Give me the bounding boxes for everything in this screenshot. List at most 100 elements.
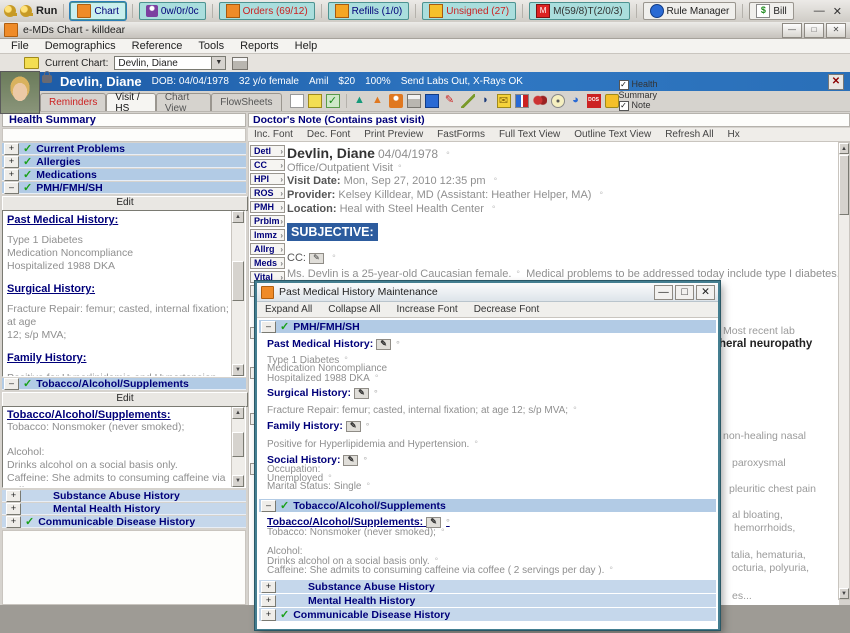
collapse-icon[interactable] [4, 378, 19, 390]
graph-icon[interactable] [515, 94, 529, 108]
menu-reports[interactable]: Reports [233, 40, 286, 52]
printer-icon[interactable] [407, 94, 421, 108]
expand-icon[interactable] [261, 609, 276, 621]
taskbar-button-bill[interactable]: $ Bill [749, 2, 793, 20]
nav-hpi-button[interactable]: HPI› [250, 173, 285, 185]
taskbar-button-unsigned[interactable]: Unsigned (27) [422, 2, 516, 20]
expand-all-button[interactable]: Expand All [265, 304, 312, 315]
scroll-thumb[interactable] [232, 261, 244, 301]
section-medications[interactable]: Medications [2, 169, 246, 181]
dos-icon[interactable]: DOS [587, 94, 601, 108]
expand-icon[interactable] [4, 143, 19, 155]
tab-flowsheets[interactable]: FlowSheets [211, 93, 281, 111]
padlock-icon[interactable] [605, 94, 619, 108]
edit-note-icon[interactable] [354, 388, 369, 399]
scroll-up-icon[interactable]: ▲ [839, 143, 849, 154]
scan-icon[interactable]: ◗ [479, 94, 493, 108]
edit-pmh-button[interactable]: Edit [2, 196, 248, 211]
section-pmh-fmh-sh[interactable]: PMH/FMH/SH [2, 182, 246, 194]
pen-icon[interactable]: ✎ [443, 94, 457, 108]
close-icon[interactable]: ✕ [826, 23, 846, 38]
alert-icon[interactable]: ▲ [371, 94, 385, 108]
note-checkbox[interactable]: ✓ [619, 101, 629, 111]
section-current-problems[interactable]: Current Problems [2, 143, 246, 155]
open-chart-icon[interactable] [308, 94, 322, 108]
dialog-section-communicable-disease[interactable]: Communicable Disease History [259, 608, 716, 621]
taskbar-button-messages[interactable]: M M(59/8)T(2/0/3) [529, 2, 629, 20]
clock-icon[interactable] [551, 94, 565, 108]
scroll-down-icon[interactable]: ▼ [839, 588, 849, 599]
nav-prblm-button[interactable]: Prblm› [250, 215, 285, 227]
nav-meds-button[interactable]: Meds› [250, 257, 285, 269]
patient-icon[interactable] [389, 94, 403, 108]
health-summary-checkbox[interactable]: ✓ [619, 80, 629, 90]
nav-detl-button[interactable]: Detl› [250, 145, 285, 157]
dialog-maximize-icon[interactable]: □ [675, 285, 694, 300]
refresh-all-button[interactable]: Refresh All [665, 129, 713, 140]
scrollbar[interactable]: ▲ ▼ [231, 407, 245, 487]
taskbar-button-chart[interactable]: Chart [70, 2, 125, 20]
increase-font-button[interactable]: Increase Font [397, 304, 458, 315]
scroll-up-icon[interactable]: ▲ [232, 407, 244, 419]
menu-file[interactable]: File [4, 40, 36, 52]
menu-tools[interactable]: Tools [191, 40, 231, 52]
expand-icon[interactable] [6, 516, 21, 528]
full-text-view-button[interactable]: Full Text View [499, 129, 560, 140]
nav-ros-button[interactable]: ROS› [250, 187, 285, 199]
message-icon[interactable]: ✉ [497, 94, 511, 108]
scrollbar[interactable]: ▲ ▼ [231, 211, 245, 376]
menu-help[interactable]: Help [288, 40, 325, 52]
fastforms-button[interactable]: FastForms [437, 129, 485, 140]
print-icon[interactable] [232, 57, 248, 70]
dialog-close-icon[interactable]: ✕ [696, 285, 715, 300]
scroll-down-icon[interactable]: ▼ [232, 364, 244, 376]
edit-note-icon[interactable] [343, 455, 358, 466]
sign-icon[interactable]: ✓ [326, 94, 340, 108]
collapse-icon[interactable] [261, 321, 276, 333]
current-chart-select[interactable]: Devlin, Diane ▼ [114, 56, 226, 70]
tab-chart-view[interactable]: Chart View [156, 93, 211, 111]
dialog-section-substance-abuse[interactable]: Substance Abuse History [259, 580, 716, 593]
maximize-icon[interactable]: □ [804, 23, 824, 38]
new-note-icon[interactable] [290, 94, 304, 108]
dialog-section-mental-health[interactable]: Mental Health History [259, 594, 716, 607]
note-scrollbar[interactable]: ▲ ▼ [838, 142, 850, 600]
expand-icon[interactable] [6, 490, 21, 502]
scroll-thumb[interactable] [839, 155, 849, 215]
nav-allrg-button[interactable]: Allrg› [250, 243, 285, 255]
edit-tobacco-button[interactable]: Edit [2, 392, 248, 407]
run-label[interactable]: Run [36, 5, 57, 17]
collapse-icon[interactable] [261, 500, 276, 512]
scroll-thumb[interactable] [232, 432, 244, 457]
menu-demographics[interactable]: Demographics [38, 40, 123, 52]
nav-cc-button[interactable]: CC› [250, 159, 285, 171]
wand-icon[interactable] [461, 94, 475, 108]
pie-chart-icon[interactable]: ◕ [569, 94, 583, 108]
section-mental-health[interactable]: Mental Health History [2, 503, 246, 515]
expand-icon[interactable] [4, 169, 19, 181]
section-communicable-disease[interactable]: Communicable Disease History [2, 516, 246, 528]
edit-note-icon[interactable] [376, 339, 391, 350]
dialog-minimize-icon[interactable]: — [654, 285, 673, 300]
expand-icon[interactable] [261, 581, 276, 593]
taskbar-close-icon[interactable]: ✕ [833, 5, 842, 18]
outline-text-view-button[interactable]: Outline Text View [574, 129, 651, 140]
document-icon[interactable] [425, 94, 439, 108]
expand-icon[interactable] [6, 503, 21, 515]
menu-reference[interactable]: Reference [125, 40, 190, 52]
edit-note-icon[interactable] [346, 421, 361, 432]
minimize-icon[interactable]: — [782, 23, 802, 38]
print-preview-button[interactable]: Print Preview [364, 129, 423, 140]
dialog-section-tobacco[interactable]: Tobacco/Alcohol/Supplements [259, 499, 716, 512]
section-tobacco[interactable]: Tobacco/Alcohol/Supplements [2, 378, 246, 390]
tab-reminders[interactable]: Reminders [40, 93, 106, 111]
taskbar-button-orders[interactable]: Orders (69/12) [219, 2, 315, 20]
scroll-up-icon[interactable]: ▲ [232, 211, 244, 223]
scroll-down-icon[interactable]: ▼ [232, 475, 244, 487]
collapse-all-button[interactable]: Collapse All [328, 304, 380, 315]
edit-note-icon[interactable] [309, 253, 324, 264]
dialog-section-pmh[interactable]: PMH/FMH/SH [259, 320, 716, 333]
tab-visit-hs[interactable]: Visit / HS [106, 93, 155, 111]
hx-button[interactable]: Hx [728, 129, 740, 140]
expand-icon[interactable] [261, 595, 276, 607]
